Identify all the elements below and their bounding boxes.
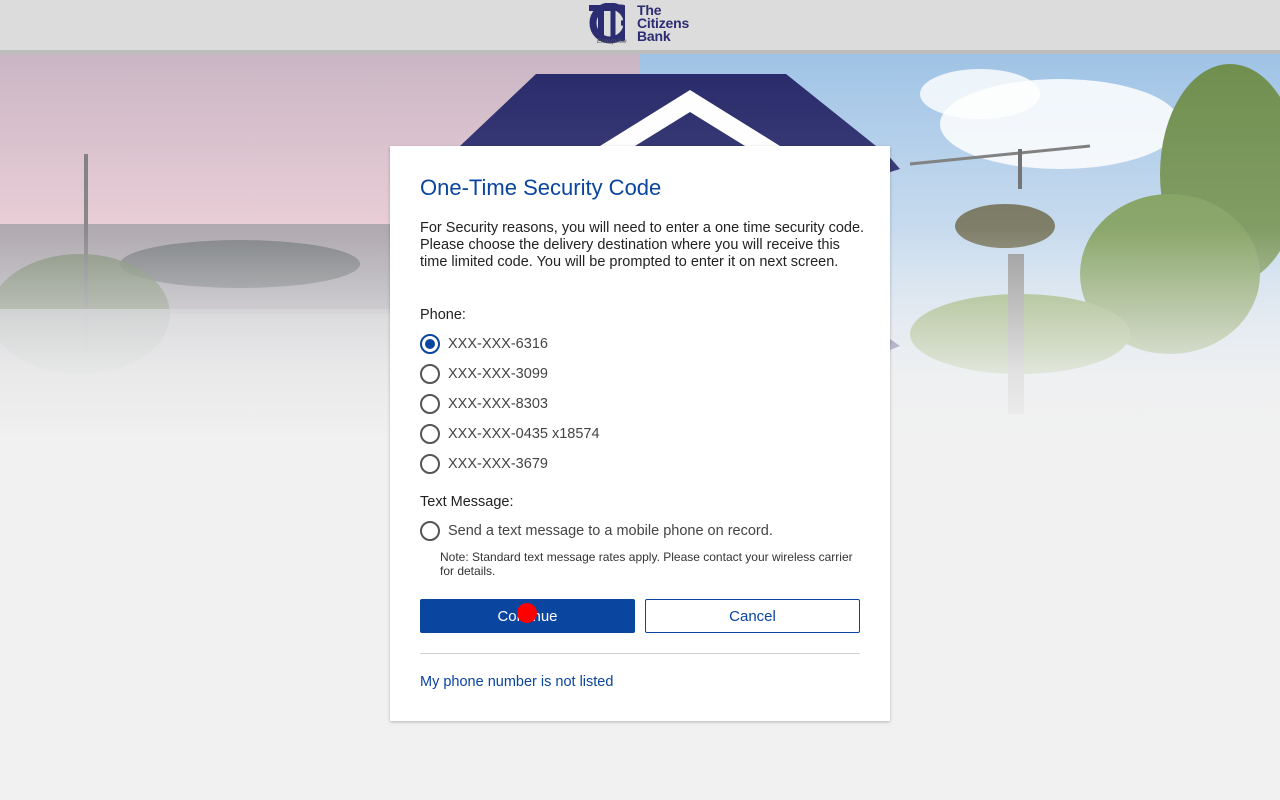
citizens-bank-logo[interactable]: The Citizens Bank Enterprise [589,2,699,47]
site-header: The Citizens Bank Enterprise [0,0,1280,50]
phone-option-label: XXX-XXX-3679 [448,456,548,472]
card-divider [420,653,860,654]
text-rates-note: Note: Standard text message rates apply.… [440,550,853,578]
phone-option-3679[interactable]: XXX-XXX-3679 [420,454,548,474]
radio-button[interactable] [420,394,440,414]
text-message-option-label: Send a text message to a mobile phone on… [448,523,773,539]
radio-button[interactable] [420,454,440,474]
text-message-section-label: Text Message: [420,494,514,510]
phone-option-label: XXX-XXX-3099 [448,366,548,382]
phone-option-3099[interactable]: XXX-XXX-3099 [420,364,548,384]
logo-wordmark: The Citizens Bank [637,2,690,44]
radio-button[interactable] [420,521,440,541]
radio-button[interactable] [420,364,440,384]
phone-option-label: XXX-XXX-8303 [448,396,548,412]
phone-option-8303[interactable]: XXX-XXX-8303 [420,394,548,414]
security-code-card: One-Time Security Code For Security reas… [390,146,890,721]
logo-tagline: Enterprise [597,38,627,45]
phone-option-6316[interactable]: XXX-XXX-6316 [420,334,548,354]
phone-option-0435[interactable]: XXX-XXX-0435 x18574 [420,424,600,444]
phone-option-label: XXX-XXX-6316 [448,336,548,352]
page-title: One-Time Security Code [420,175,662,200]
cancel-button[interactable]: Cancel [645,599,860,633]
phone-not-listed-link[interactable]: My phone number is not listed [420,674,613,690]
phone-section-label: Phone: [420,307,466,323]
phone-option-label: XXX-XXX-0435 x18574 [448,426,600,442]
text-message-option[interactable]: Send a text message to a mobile phone on… [420,521,773,541]
radio-button-selected[interactable] [420,334,440,354]
instructions-text: For Security reasons, you will need to e… [420,220,865,270]
radio-button[interactable] [420,424,440,444]
click-indicator [517,603,537,623]
